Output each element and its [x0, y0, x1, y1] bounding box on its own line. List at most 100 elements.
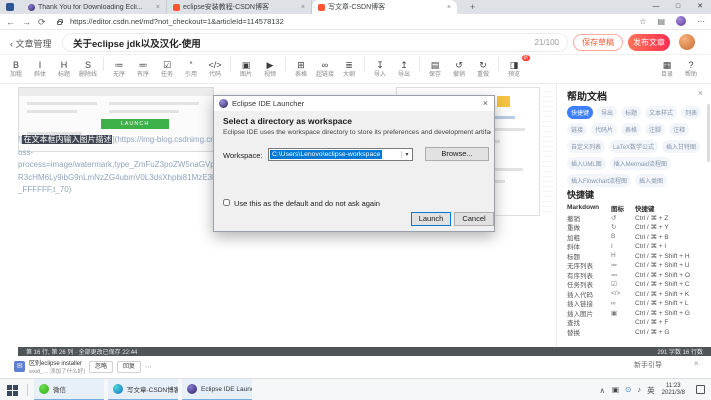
outline-button[interactable]: ≣ 大纲	[337, 56, 361, 82]
hyperlink-button[interactable]: ∞ 超链接	[313, 56, 337, 82]
table-row: 有序列表 ≕ Ctrl / ⌘ + Shift + O	[567, 270, 707, 280]
ordered-list-button[interactable]: ≕ 有序	[131, 56, 155, 82]
help-tag[interactable]: 代码片	[591, 123, 617, 136]
close-button[interactable]: ✕	[689, 0, 711, 14]
heading-button[interactable]: H 标题	[52, 56, 76, 82]
undo-button[interactable]: ↺ 撤销	[447, 56, 471, 82]
save-draft-button[interactable]: 保存草稿	[573, 34, 623, 51]
ime-indicator[interactable]: 英	[647, 385, 655, 396]
start-button[interactable]	[7, 385, 18, 396]
browse-button[interactable]: Browse...	[425, 147, 489, 161]
help-tag[interactable]: 快捷键	[567, 106, 593, 119]
help-tag[interactable]: LaTeX数学公式	[609, 140, 658, 153]
new-tab-button[interactable]: +	[470, 2, 475, 12]
tray-expand-icon[interactable]: ∧	[600, 386, 606, 395]
help-tag[interactable]: 插入Mermaid流程图	[610, 157, 671, 170]
app-icon	[187, 384, 197, 394]
help-tag[interactable]: 导出	[597, 106, 617, 119]
export-button[interactable]: ↥ 导出	[392, 56, 416, 82]
notification-center-icon[interactable]	[696, 385, 705, 394]
article-title-field[interactable]: 21/100	[62, 33, 568, 52]
browser-tab[interactable]: 写文章-CSDN博客 ×	[312, 0, 457, 14]
dialog-description: Eclipse IDE uses the workspace directory…	[223, 129, 491, 136]
collections-icon[interactable]: ▤	[657, 17, 665, 26]
shortcut-name: 斜体	[567, 241, 611, 251]
reply-button[interactable]: 回复	[117, 361, 141, 373]
default-workspace-checkbox[interactable]	[223, 199, 230, 206]
dialog-titlebar[interactable]: Eclipse IDE Launcher ×	[214, 96, 494, 111]
sidebar-close-icon[interactable]: ×	[698, 88, 703, 98]
bold-button[interactable]: B 加粗	[4, 56, 28, 82]
url-text[interactable]: https://editor.csdn.net/md?not_checkout=…	[70, 17, 284, 26]
toolbar-item[interactable]	[100, 56, 107, 82]
browser-tab[interactable]: Thank You for Downloading Ecli... ×	[22, 0, 167, 14]
help-tag[interactable]: 注释	[669, 123, 689, 136]
publish-button[interactable]: 发布文章	[628, 34, 670, 51]
more-icon[interactable]: ⋯	[697, 17, 705, 26]
workspace-combobox[interactable]: C:\Users\Lenovo\eclipse-workspace ▾	[268, 148, 413, 161]
help-tag[interactable]: 插入甘特图	[662, 140, 700, 153]
save-button[interactable]: ▤ 保存	[423, 56, 447, 82]
task-list-button[interactable]: ☑ 任务	[155, 56, 179, 82]
help-tag[interactable]: 注脚	[645, 123, 665, 136]
taskbar-app[interactable]: 写文章-CSDN博客 …	[108, 379, 178, 400]
help-tag[interactable]: 自定义列表	[567, 140, 605, 153]
tab-close-icon[interactable]: ×	[156, 4, 160, 11]
taskbar-clock[interactable]: 11:23 2021/3/8	[662, 383, 685, 397]
guide-close-icon[interactable]: ×	[694, 359, 699, 368]
help-tag[interactable]: 插入UML图	[567, 157, 606, 170]
help-tag[interactable]: 列表	[681, 106, 701, 119]
tab-close-icon[interactable]: ×	[301, 4, 305, 11]
help-tag[interactable]: 表格	[621, 123, 641, 136]
italic-button[interactable]: I 斜体	[28, 56, 52, 82]
toast-more-icon[interactable]: ⋯	[145, 363, 152, 371]
taskbar-app[interactable]: 微信	[34, 379, 104, 400]
back-icon[interactable]: ←	[6, 16, 15, 28]
strikethrough-button[interactable]: S 删除线	[76, 56, 100, 82]
help-tag[interactable]: 文本样式	[645, 106, 677, 119]
launch-button[interactable]: Launch	[411, 212, 451, 226]
table-button[interactable]: ⊞ 表格	[289, 56, 313, 82]
image-button[interactable]: ▣ 图片	[234, 56, 258, 82]
beginner-guide-label[interactable]: 新手引导	[634, 360, 662, 370]
quote-button[interactable]: “ 引用	[179, 56, 203, 82]
forward-icon[interactable]: →	[22, 16, 31, 28]
refresh-icon[interactable]: ⟳	[38, 16, 46, 28]
taskbar-app[interactable]: Eclipse IDE Launc…	[182, 379, 252, 400]
article-title-input[interactable]	[71, 34, 511, 51]
maximize-button[interactable]: □	[667, 0, 689, 14]
help-tag[interactable]: 标题	[621, 106, 641, 119]
toolbar-item[interactable]	[495, 56, 502, 82]
redo-button[interactable]: ↻ 重做	[471, 56, 495, 82]
minimize-button[interactable]: —	[645, 0, 667, 14]
import-button[interactable]: ↧ 导入	[368, 56, 392, 82]
tray-volume-icon[interactable]: ♪	[637, 385, 641, 396]
video-button[interactable]: ▶ 视频	[258, 56, 282, 82]
tray-browser-icon[interactable]: ⊙	[625, 385, 631, 396]
tab-close-icon[interactable]: ×	[447, 4, 451, 11]
preview-button[interactable]: ◨ 预览 新	[502, 56, 526, 82]
user-avatar[interactable]	[679, 34, 695, 50]
tray-window-icon[interactable]: ▣	[612, 385, 619, 396]
browser-profile-avatar[interactable]	[676, 16, 686, 26]
cancel-button[interactable]: Cancel	[454, 212, 494, 226]
unordered-list-button[interactable]: ≔ 无序	[107, 56, 131, 82]
dialog-close-icon[interactable]: ×	[483, 98, 488, 108]
code-button[interactable]: </> 代码	[203, 56, 227, 82]
toolbar-item[interactable]	[361, 56, 368, 82]
message-toast[interactable]: ✉ 区别eclipse installer wxid_… 添加了什么好友? 忽略…	[14, 357, 210, 376]
toolbar-item[interactable]	[416, 56, 423, 82]
help-tag[interactable]: 插入类图	[635, 174, 667, 187]
ignore-button[interactable]: 忽略	[89, 361, 113, 373]
help-button[interactable]: ? 帮助	[679, 57, 703, 83]
article-manage-link[interactable]: ‹ 文章管理	[10, 37, 52, 50]
favorite-icon[interactable]: ☆	[639, 17, 646, 26]
toolbar-item[interactable]	[227, 56, 234, 82]
sidebar-scrollbar[interactable]	[707, 104, 710, 162]
toolbar-item[interactable]	[282, 56, 289, 82]
chevron-down-icon[interactable]: ▾	[401, 151, 412, 158]
help-tag[interactable]: 插入Flowchart流程图	[567, 174, 631, 187]
toc-button[interactable]: ▦ 目录	[655, 57, 679, 83]
help-tag[interactable]: 链接	[567, 123, 587, 136]
browser-tab[interactable]: eclipse安装教程-CSDN博客 ×	[167, 0, 312, 14]
